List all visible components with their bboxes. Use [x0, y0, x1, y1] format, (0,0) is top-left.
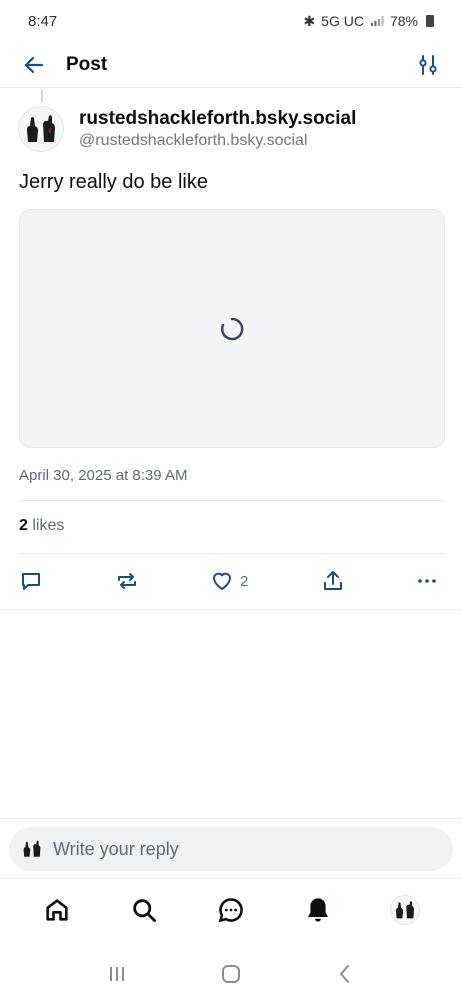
- divider: [0, 818, 462, 819]
- battery-percent: 78%: [389, 13, 418, 29]
- likes-label: likes: [32, 517, 65, 534]
- post-actions: 2: [19, 566, 445, 596]
- reply-placeholder: Write your reply: [53, 838, 179, 859]
- bluetooth-icon: ✱: [303, 12, 316, 29]
- hands-avatar-icon: [395, 900, 414, 918]
- reply-input[interactable]: Write your reply: [9, 827, 453, 871]
- recent-apps-icon[interactable]: [106, 964, 128, 984]
- comment-icon: [22, 573, 40, 590]
- like-button[interactable]: 2: [210, 566, 248, 596]
- bottom-tab-bar: [0, 878, 462, 940]
- thread-settings-button[interactable]: [414, 51, 442, 79]
- hands-avatar-icon: [27, 115, 55, 142]
- post-text: Jerry really do be like: [19, 171, 208, 193]
- system-navigation-bar: [0, 948, 462, 1000]
- author-handle[interactable]: @rustedshackleforth.bsky.social: [79, 131, 356, 151]
- back-button[interactable]: [20, 51, 48, 79]
- avatar: [389, 894, 420, 925]
- home-button-icon[interactable]: [220, 963, 242, 985]
- battery-icon: [426, 15, 434, 27]
- reply-button[interactable]: [19, 566, 43, 596]
- notifications-tab[interactable]: [298, 890, 338, 930]
- search-icon: [133, 898, 157, 922]
- share-icon: [324, 571, 342, 590]
- divider: [19, 500, 445, 501]
- post-timestamp: April 30, 2025 at 8:39 AM: [19, 467, 188, 484]
- home-icon: [46, 898, 69, 921]
- sliders-icon: [419, 54, 437, 75]
- share-button[interactable]: [321, 566, 345, 596]
- hands-avatar-icon: [23, 840, 41, 857]
- home-tab[interactable]: [37, 890, 77, 930]
- media-placeholder[interactable]: [19, 209, 445, 448]
- more-options-button[interactable]: [415, 566, 439, 596]
- repost-icon: [118, 573, 136, 589]
- divider: [19, 553, 445, 554]
- bell-icon: [307, 897, 328, 922]
- page-title: Post: [66, 53, 108, 75]
- post-author[interactable]: rustedshackleforth.bsky.social @rustedsh…: [18, 106, 356, 152]
- more-horizontal-icon: [418, 579, 436, 583]
- status-indicators: ✱ 5G UC 78%: [303, 13, 434, 30]
- profile-tab[interactable]: [385, 890, 425, 930]
- back-nav-icon[interactable]: [334, 963, 356, 985]
- signal-icon: [370, 16, 384, 26]
- status-time: 8:47: [28, 12, 58, 30]
- search-tab[interactable]: [124, 890, 164, 930]
- avatar: [21, 838, 43, 860]
- chat-tab[interactable]: [211, 890, 251, 930]
- like-count: 2: [240, 572, 249, 590]
- likes-summary[interactable]: 2 likes: [19, 517, 64, 535]
- loading-spinner-icon: [221, 317, 244, 340]
- likes-count: 2: [19, 517, 28, 534]
- author-display-name[interactable]: rustedshackleforth.bsky.social: [79, 107, 356, 131]
- status-bar: 8:47 ✱ 5G UC 78%: [0, 0, 462, 42]
- avatar[interactable]: [18, 106, 64, 152]
- repost-button[interactable]: [115, 566, 139, 596]
- divider: [0, 609, 462, 610]
- heart-icon: [213, 572, 231, 590]
- network-type: 5G UC: [321, 13, 364, 29]
- thread-line: [41, 89, 43, 103]
- post-header: Post: [0, 42, 462, 88]
- arrow-left-icon: [24, 56, 44, 73]
- chat-bubble-icon: [218, 897, 243, 922]
